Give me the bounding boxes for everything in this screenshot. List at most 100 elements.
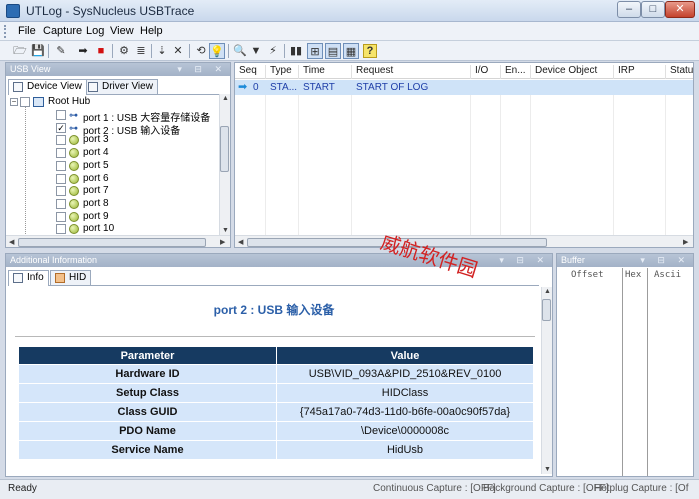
scroll-right-icon[interactable]: ▶	[683, 238, 688, 246]
tab-driver-view[interactable]: Driver View	[83, 79, 158, 94]
bulb-icon[interactable]: 💡	[209, 43, 225, 59]
info-page-icon	[13, 273, 23, 283]
port-checkbox[interactable]	[56, 198, 66, 209]
stop-capture-icon[interactable]: ■	[93, 43, 109, 59]
port-checkbox[interactable]	[56, 211, 66, 222]
scroll-down-icon[interactable]: ⇣	[154, 43, 170, 59]
scroll-right-icon[interactable]: ▶	[220, 238, 225, 246]
find-icon[interactable]: 🔍	[232, 43, 248, 59]
port-checkbox[interactable]: ✓	[56, 122, 66, 133]
clear-icon[interactable]: ✕	[170, 43, 186, 59]
device-tree: − Root Hub ⊶ port 1 : USB 大容量存储设备 ✓ ⊶ port 2…	[8, 94, 219, 235]
collapse-icon[interactable]: −	[10, 98, 18, 106]
tree-port-item[interactable]: port 6	[8, 173, 213, 185]
menu-grip-icon[interactable]	[4, 25, 8, 38]
col-endpoint[interactable]: En...	[500, 65, 526, 79]
param-name: Hardware ID	[18, 364, 277, 384]
tab-info[interactable]: Info	[8, 270, 49, 286]
col-status[interactable]: Status	[665, 65, 693, 79]
log-horizontal-scrollbar[interactable]: ◀ ▶	[235, 235, 693, 247]
tree-root-hub[interactable]: − Root Hub	[8, 96, 208, 108]
scroll-down-icon[interactable]: ▼	[222, 227, 229, 234]
root-hub-checkbox[interactable]	[20, 97, 30, 107]
menu-file[interactable]: File	[16, 25, 38, 37]
port-checkbox[interactable]	[56, 160, 66, 171]
menu-view[interactable]: View	[108, 25, 136, 37]
col-io[interactable]: I/O	[470, 65, 488, 79]
save-icon[interactable]: 💾	[30, 43, 46, 59]
tree-port-item[interactable]: port 3	[8, 134, 213, 146]
additional-info-panel: Additional Information ▾ ⊟ ✕ Info HID po…	[5, 253, 553, 477]
open-folder-icon[interactable]: 🗁	[12, 43, 28, 59]
filter-icon[interactable]: ▼	[248, 43, 264, 59]
menu-capture[interactable]: Capture	[41, 25, 84, 37]
bar-chart-icon[interactable]: ▮▮	[288, 43, 304, 59]
scroll-up-icon[interactable]: ▲	[544, 288, 551, 295]
tree-port-item[interactable]: port 7	[8, 185, 213, 197]
port-icon	[69, 148, 79, 159]
scroll-left-icon[interactable]: ◀	[238, 238, 243, 246]
col-seq[interactable]: Seq	[235, 65, 257, 79]
tree-horizontal-scrollbar[interactable]: ◀ ▶	[6, 235, 230, 247]
info-scroll-thumb[interactable]	[542, 299, 551, 321]
panel-controls-icon[interactable]: ▾ ⊟ ✕	[499, 254, 549, 267]
scroll-up-icon[interactable]: ▲	[222, 95, 229, 102]
info-view-icon[interactable]: ▤	[325, 43, 341, 59]
edit-pen-icon[interactable]: ✎	[53, 43, 69, 59]
close-button[interactable]: ✕	[665, 1, 695, 18]
tree-port-label: port 4	[83, 147, 109, 159]
maximize-button[interactable]: □	[641, 1, 665, 18]
tree-port-item[interactable]: port 5	[8, 160, 213, 172]
buffer-view-icon[interactable]: ▦	[343, 43, 359, 59]
tree-port-item[interactable]: port 10	[8, 223, 213, 235]
trigger-icon[interactable]: ⚡	[265, 43, 281, 59]
buffer-caption: Buffer ▾ ⊟ ✕	[557, 254, 693, 267]
minimize-button[interactable]: –	[617, 1, 641, 18]
status-hotplug-capture: Hotplug Capture : [Of	[594, 483, 689, 494]
menu-help[interactable]: Help	[138, 25, 165, 37]
tree-port-item[interactable]: ⊶ port 1 : USB 大容量存储设备	[8, 109, 213, 124]
port-checkbox[interactable]	[56, 148, 66, 159]
scroll-left-icon[interactable]: ◀	[9, 238, 14, 246]
tab-hid[interactable]: HID	[50, 270, 92, 285]
col-type[interactable]: Type	[265, 65, 292, 79]
port-checkbox[interactable]	[56, 173, 66, 184]
param-value: HidUsb	[276, 440, 534, 460]
port-icon	[69, 224, 79, 235]
tree-port-item[interactable]: port 4	[8, 147, 213, 159]
panel-controls-icon[interactable]: ▾ ⊟ ✕	[177, 63, 227, 76]
table-row: Hardware ID USB\VID_093A&PID_2510&REV_010…	[18, 364, 534, 384]
grid-line	[530, 95, 531, 235]
port-checkbox[interactable]	[56, 110, 66, 120]
port-checkbox[interactable]	[56, 135, 66, 146]
title-bar: UTLog - SysNucleus USBTrace – □ ✕	[0, 0, 699, 22]
panel-controls-icon[interactable]: ▾ ⊟ ✕	[640, 254, 690, 267]
port-checkbox[interactable]	[56, 224, 66, 235]
col-request[interactable]: Request	[351, 65, 393, 79]
refresh-icon[interactable]: ⟲	[193, 43, 209, 59]
list-icon[interactable]: ≣	[133, 43, 149, 59]
app-icon	[6, 4, 20, 18]
tab-device-view[interactable]: Device View	[8, 79, 87, 95]
toolbar-separator	[112, 44, 113, 58]
help-icon[interactable]: ?	[363, 44, 377, 58]
tree-vertical-scrollbar[interactable]: ▲ ▼	[219, 94, 230, 235]
col-time[interactable]: Time	[298, 65, 325, 79]
tree-hscroll-thumb[interactable]	[18, 238, 206, 247]
col-irp[interactable]: IRP	[613, 65, 635, 79]
log-row[interactable]: ➡ 0 STA... START START OF LOG	[235, 80, 693, 95]
usb-view-icon[interactable]: ⊞	[307, 43, 323, 59]
start-capture-icon[interactable]: ➡	[75, 43, 91, 59]
col-device-object[interactable]: Device Object	[530, 65, 597, 79]
scroll-down-icon[interactable]: ▼	[544, 466, 551, 473]
tree-port-item[interactable]: ✓ ⊶ port 2 : USB 输入设备	[8, 122, 213, 137]
tree-port-item[interactable]: port 9	[8, 211, 213, 223]
menu-log[interactable]: Log	[84, 25, 106, 37]
tree-port-item[interactable]: port 8	[8, 198, 213, 210]
port-checkbox[interactable]	[56, 186, 66, 197]
filter-devices-icon[interactable]: ⚙	[116, 43, 132, 59]
menu-bar: File Capture Log View Help	[0, 22, 699, 41]
tree-scroll-thumb[interactable]	[220, 126, 229, 172]
window-title: UTLog - SysNucleus USBTrace	[26, 4, 195, 18]
info-vertical-scrollbar[interactable]: ▲ ▼	[541, 287, 552, 474]
